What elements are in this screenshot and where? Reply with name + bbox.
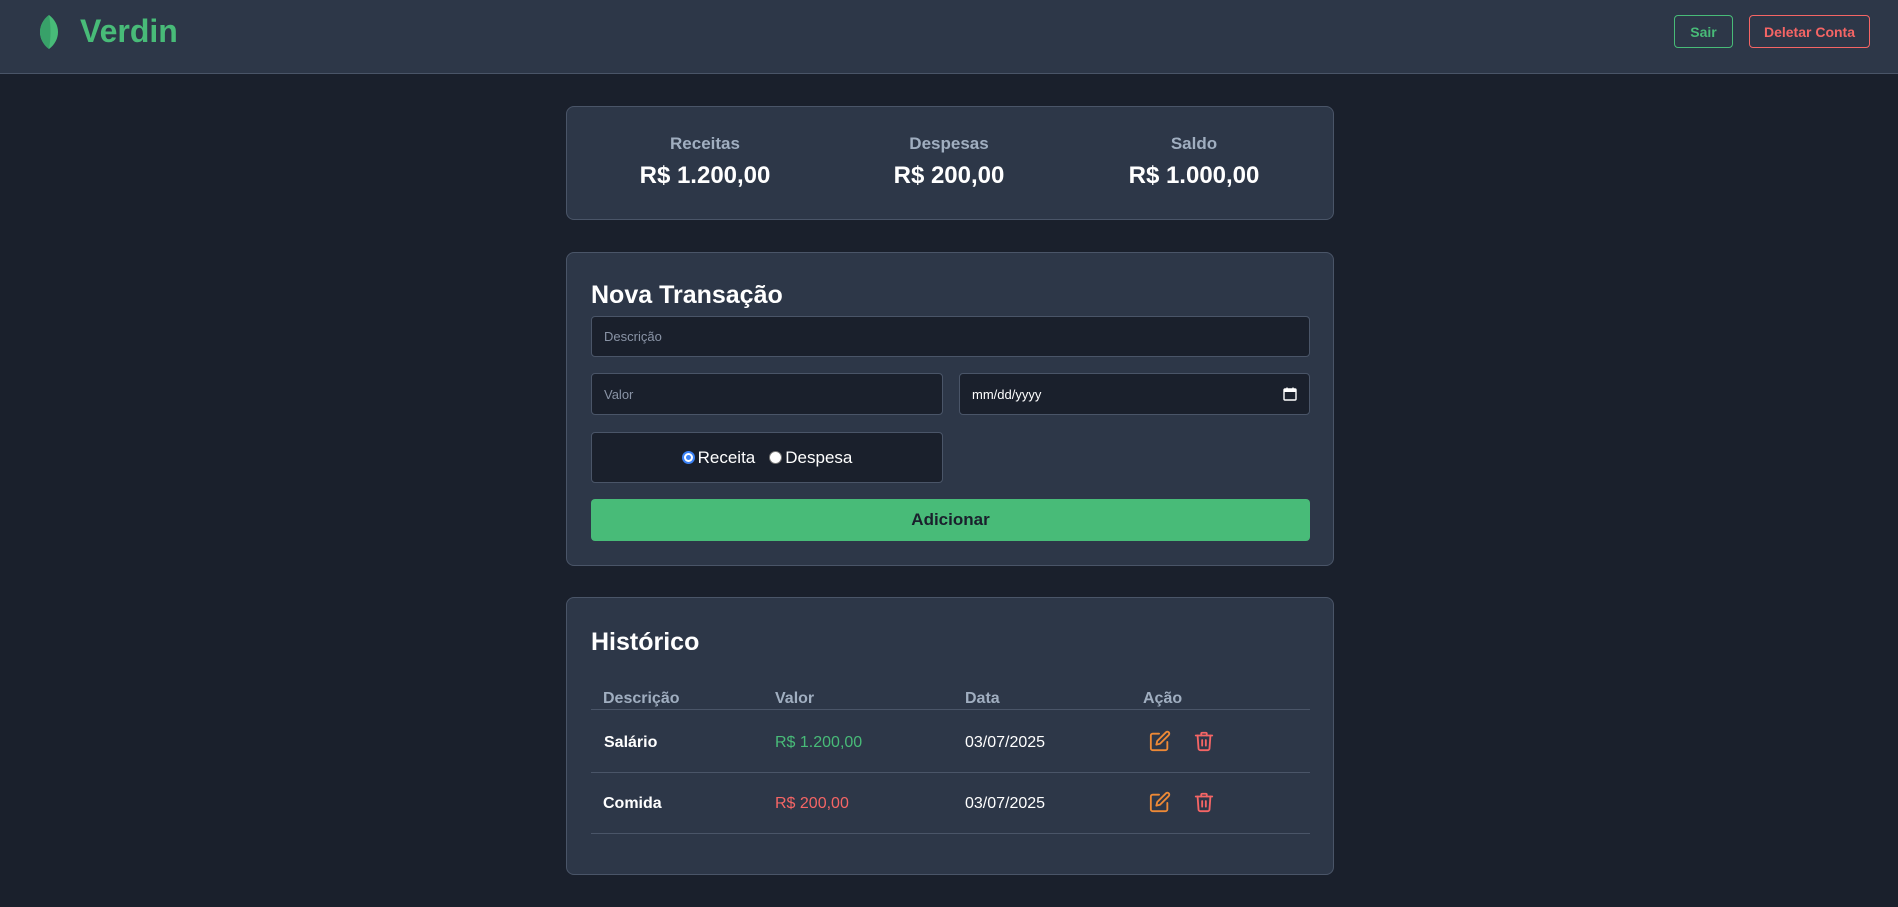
type-option-expense[interactable]: Despesa [769, 448, 852, 468]
date-placeholder: mm/dd/yyyy [972, 386, 1042, 402]
expense-summary-label: Despesas [909, 134, 989, 153]
edit-icon[interactable] [1149, 791, 1171, 813]
trash-icon[interactable] [1193, 730, 1215, 752]
add-transaction-button[interactable]: Adicionar [591, 499, 1310, 541]
balance-summary-value: R$ 1.000,00 [1128, 162, 1260, 189]
date-input[interactable]: mm/dd/yyyy [959, 373, 1310, 415]
row-description: Comida [603, 795, 662, 812]
row-amount: R$ 1.200,00 [775, 734, 863, 751]
leaf-icon [40, 15, 58, 49]
amount-input[interactable] [591, 373, 943, 415]
income-summary-value: R$ 1.200,00 [639, 162, 771, 189]
logout-button[interactable]: Sair [1674, 15, 1733, 48]
calendar-icon[interactable] [1283, 387, 1297, 401]
history-card: Histórico Descrição Valor Data Ação Salá… [566, 597, 1334, 875]
income-radio[interactable] [681, 451, 695, 464]
history-title: Histórico [591, 628, 700, 656]
row-date: 03/07/2025 [965, 795, 1046, 812]
description-input[interactable] [591, 316, 1310, 357]
row-amount: R$ 200,00 [775, 795, 849, 812]
transaction-type-group: Receita Despesa [591, 432, 943, 483]
column-header-date: Data [965, 690, 1000, 707]
new-transaction-title: Nova Transação [591, 281, 783, 309]
table-header: Descrição Valor Data Ação [591, 680, 1310, 710]
top-navbar: Verdin Sair Deletar Conta [0, 0, 1898, 74]
new-transaction-card: Nova Transação mm/dd/yyyy Receita Despes… [566, 252, 1334, 566]
balance-summary-label: Saldo [1170, 134, 1218, 153]
income-radio-label: Receita [697, 447, 756, 467]
brand-name: Verdin [80, 13, 178, 49]
row-date: 03/07/2025 [965, 734, 1046, 751]
table-row: Salário R$ 1.200,00 03/07/2025 [591, 712, 1310, 773]
type-option-income[interactable]: Receita [681, 447, 756, 468]
edit-icon[interactable] [1149, 730, 1171, 752]
table-row: Comida R$ 200,00 03/07/2025 [591, 773, 1310, 834]
column-header-description: Descrição [603, 690, 680, 707]
expense-summary-value: R$ 200,00 [893, 162, 1005, 189]
expense-radio[interactable] [769, 451, 783, 464]
summary-card: Receitas R$ 1.200,00 Despesas R$ 200,00 Sald… [566, 106, 1334, 220]
column-header-action: Ação [1143, 690, 1183, 707]
trash-icon[interactable] [1193, 791, 1215, 813]
expense-radio-label: Despesa [785, 447, 853, 467]
income-summary-label: Receitas [670, 134, 740, 153]
delete-account-button[interactable]: Deletar Conta [1749, 15, 1870, 48]
row-description: Salário [604, 734, 658, 751]
column-header-amount: Valor [775, 690, 815, 707]
